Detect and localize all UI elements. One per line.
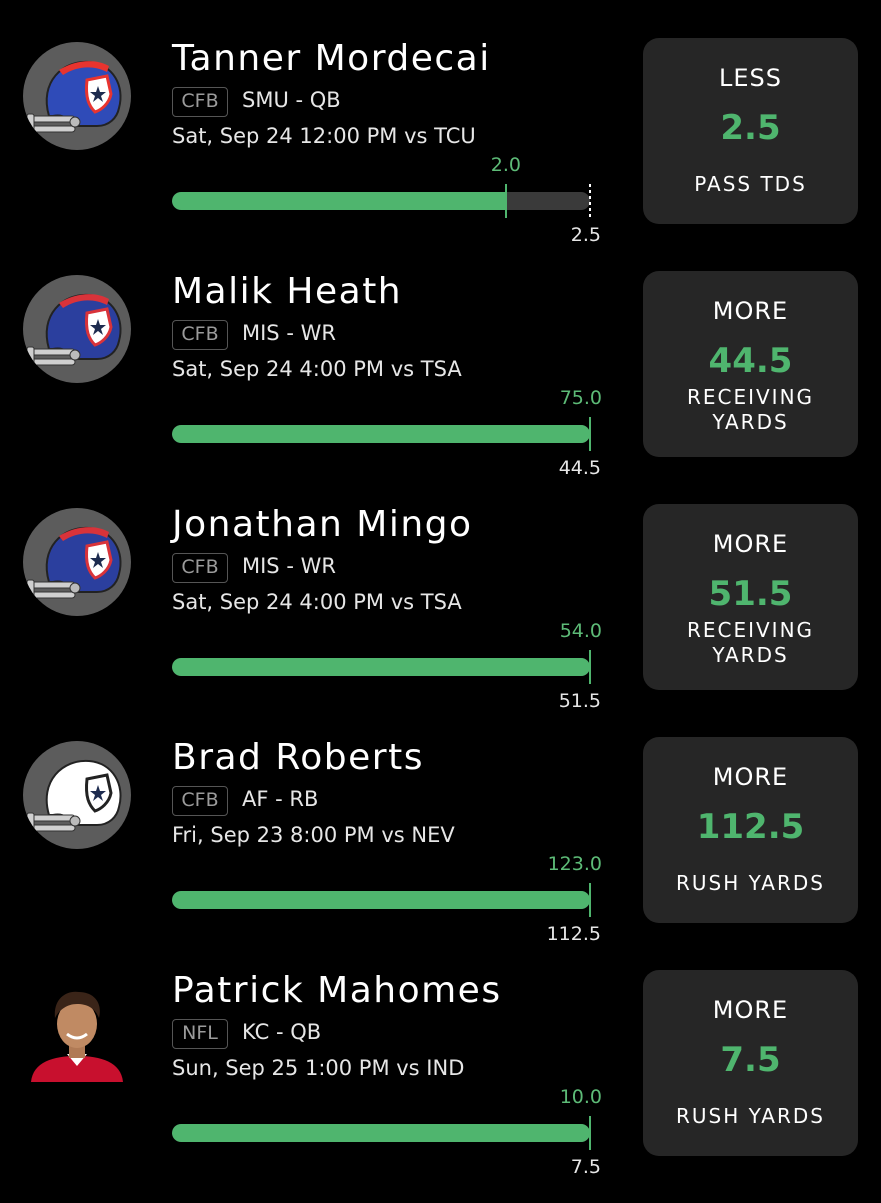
league-badge: CFB bbox=[172, 786, 228, 816]
stat-type-line1: RUSH YARDS bbox=[676, 871, 825, 895]
line-marker bbox=[589, 1116, 591, 1150]
stat-type: RUSH YARDS bbox=[643, 871, 858, 896]
stat-type: PASS TDS bbox=[643, 172, 858, 197]
line-value: 51.5 bbox=[558, 690, 601, 712]
progress-fill bbox=[172, 425, 590, 443]
player-avatar bbox=[23, 741, 131, 849]
player-name: Brad Roberts bbox=[172, 737, 424, 778]
league-badge: NFL bbox=[172, 1019, 228, 1049]
projection-card[interactable]: MORE 112.5 RUSH YARDS bbox=[643, 737, 858, 923]
projection-card[interactable]: MORE 7.5 RUSH YARDS bbox=[643, 970, 858, 1156]
progress-fill bbox=[172, 192, 506, 210]
line-marker bbox=[589, 883, 591, 917]
progress-bar bbox=[172, 891, 590, 909]
projection-line: 2.5 bbox=[720, 108, 781, 148]
stat-type-line2: YARDS bbox=[712, 643, 789, 667]
pick-row-5[interactable]: Patrick Mahomes NFL KC - QB Sun, Sep 25 … bbox=[0, 970, 881, 1203]
line-marker bbox=[589, 650, 591, 684]
line-value: 44.5 bbox=[558, 457, 601, 479]
player-name: Jonathan Mingo bbox=[172, 504, 473, 545]
line-value: 2.5 bbox=[570, 224, 601, 246]
team-position: AF - RB bbox=[242, 787, 319, 811]
game-time: Sat, Sep 24 4:00 PM vs TSA bbox=[172, 590, 462, 614]
game-time: Sat, Sep 24 12:00 PM vs TCU bbox=[172, 124, 476, 148]
stat-type: RECEIVING YARDS bbox=[643, 385, 858, 435]
progress-fill bbox=[172, 891, 590, 909]
projection-card[interactable]: MORE 44.5 RECEIVING YARDS bbox=[643, 271, 858, 457]
progress-fill bbox=[172, 1124, 590, 1142]
stat-type-line1: PASS TDS bbox=[694, 172, 807, 196]
player-name: Malik Heath bbox=[172, 271, 403, 312]
helmet-icon bbox=[26, 293, 122, 368]
helmet-icon bbox=[26, 526, 122, 601]
projection-line: 51.5 bbox=[708, 574, 793, 614]
projection-card[interactable]: LESS 2.5 PASS TDS bbox=[643, 38, 858, 224]
player-avatar bbox=[23, 42, 131, 150]
game-time: Sun, Sep 25 1:00 PM vs IND bbox=[172, 1056, 465, 1080]
pick-direction: LESS bbox=[718, 64, 782, 92]
player-photo-icon bbox=[23, 974, 131, 1082]
game-time: Sat, Sep 24 4:00 PM vs TSA bbox=[172, 357, 462, 381]
progress-bar bbox=[172, 658, 590, 676]
pick-row-2[interactable]: Malik Heath CFB MIS - WR Sat, Sep 24 4:0… bbox=[0, 271, 881, 504]
actual-value: 10.0 bbox=[559, 1086, 602, 1108]
team-position: SMU - QB bbox=[242, 88, 341, 112]
line-marker bbox=[589, 417, 591, 451]
pick-direction: MORE bbox=[712, 530, 789, 558]
projection-line: 112.5 bbox=[696, 807, 805, 847]
player-avatar bbox=[23, 508, 131, 616]
team-position: MIS - WR bbox=[242, 554, 336, 578]
player-avatar bbox=[23, 275, 131, 383]
actual-value: 75.0 bbox=[559, 387, 602, 409]
line-value: 112.5 bbox=[546, 923, 601, 945]
stat-type: RECEIVING YARDS bbox=[643, 618, 858, 668]
progress-fill bbox=[172, 658, 590, 676]
player-name: Tanner Mordecai bbox=[172, 38, 491, 79]
actual-value: 2.0 bbox=[490, 154, 521, 176]
line-value: 7.5 bbox=[570, 1156, 601, 1178]
game-time: Fri, Sep 23 8:00 PM vs NEV bbox=[172, 823, 455, 847]
actual-value: 54.0 bbox=[559, 620, 602, 642]
projection-line: 44.5 bbox=[708, 341, 793, 381]
projection-line: 7.5 bbox=[720, 1040, 781, 1080]
stat-type-line2: YARDS bbox=[712, 410, 789, 434]
projection-card[interactable]: MORE 51.5 RECEIVING YARDS bbox=[643, 504, 858, 690]
pick-direction: MORE bbox=[712, 297, 789, 325]
helmet-icon bbox=[26, 60, 122, 135]
league-badge: CFB bbox=[172, 320, 228, 350]
pick-direction: MORE bbox=[712, 996, 789, 1024]
league-badge: CFB bbox=[172, 553, 228, 583]
player-photo bbox=[23, 974, 131, 1082]
league-badge: CFB bbox=[172, 87, 228, 117]
stat-type-line1: RUSH YARDS bbox=[676, 1104, 825, 1128]
progress-bar bbox=[172, 192, 590, 210]
stat-type-line1: RECEIVING bbox=[686, 385, 815, 409]
progress-bar bbox=[172, 1124, 590, 1142]
helmet-icon bbox=[26, 759, 122, 834]
line-marker bbox=[589, 184, 591, 218]
pick-direction: MORE bbox=[712, 763, 789, 791]
actual-marker bbox=[505, 184, 507, 218]
player-name: Patrick Mahomes bbox=[172, 970, 502, 1011]
stat-type: RUSH YARDS bbox=[643, 1104, 858, 1129]
stat-type-line1: RECEIVING bbox=[686, 618, 815, 642]
pick-row-3[interactable]: Jonathan Mingo CFB MIS - WR Sat, Sep 24 … bbox=[0, 504, 881, 737]
pick-row-4[interactable]: Brad Roberts CFB AF - RB Fri, Sep 23 8:0… bbox=[0, 737, 881, 970]
team-position: KC - QB bbox=[242, 1020, 322, 1044]
progress-bar bbox=[172, 425, 590, 443]
team-position: MIS - WR bbox=[242, 321, 336, 345]
actual-value: 123.0 bbox=[547, 853, 602, 875]
pick-row-1[interactable]: Tanner Mordecai CFB SMU - QB Sat, Sep 24… bbox=[0, 38, 881, 271]
